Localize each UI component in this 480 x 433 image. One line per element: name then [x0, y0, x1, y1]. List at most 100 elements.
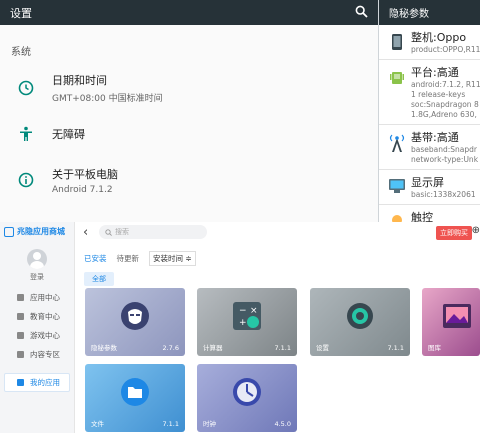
- tab-updates[interactable]: 待更新: [117, 253, 140, 264]
- param-line: basic:1338x2061: [411, 190, 476, 199]
- search-placeholder: 搜索: [115, 228, 129, 236]
- app-card[interactable]: − × + 计算器 7.1.1: [197, 288, 297, 356]
- monitor-icon: [383, 174, 411, 200]
- param-item-baseband[interactable]: 基带:高通 baseband:Snapdr network-type:Unk: [379, 125, 480, 170]
- params-window: 隐秘参数 整机:Oppo product:OPPO,R11 平台:高通 andr…: [378, 0, 480, 222]
- row-subtitle: Android 7.1.2: [52, 184, 113, 195]
- param-line: 1.8G,Adreno 630,: [411, 110, 477, 119]
- grid-icon: [17, 379, 24, 386]
- param-item-touch[interactable]: 触控: [379, 205, 480, 222]
- nav-education-center[interactable]: 教育中心: [0, 307, 74, 326]
- app-card[interactable]: 时钟 4.5.0: [197, 364, 297, 432]
- android-icon: [383, 64, 411, 120]
- clock-icon: [232, 377, 262, 411]
- grid-icon: [17, 294, 24, 301]
- app-card[interactable]: 设置 7.1.1: [310, 288, 410, 356]
- param-line: 1 release-keys: [411, 90, 466, 99]
- store-brand-name: 兆隐应用商城: [17, 227, 65, 236]
- app-card[interactable]: 文件 7.1.1: [85, 364, 185, 432]
- nav-app-center[interactable]: 应用中心: [0, 288, 74, 307]
- search-icon: [105, 228, 112, 236]
- nav-label: 我的应用: [30, 378, 60, 387]
- antenna-icon: [383, 129, 411, 165]
- param-item-device[interactable]: 整机:Oppo product:OPPO,R11: [379, 25, 480, 60]
- params-title: 隐秘参数: [379, 0, 480, 25]
- grid-icon: [17, 313, 24, 320]
- cart-icon[interactable]: ⊕: [472, 225, 480, 236]
- app-version: 4.5.0: [274, 420, 291, 428]
- login-area[interactable]: 登录: [0, 249, 74, 282]
- search-input[interactable]: 搜索: [99, 225, 207, 239]
- row-title: 关于平板电脑: [52, 167, 118, 181]
- param-title: 触控: [411, 211, 433, 222]
- phone-icon: [383, 29, 411, 55]
- back-icon[interactable]: ‹: [83, 225, 99, 240]
- nav-content-zone[interactable]: 内容专区: [0, 345, 74, 364]
- store-topbar: ‹ 搜索 立即购买 ⊕: [75, 222, 480, 242]
- param-title: 基带:高通: [411, 131, 459, 144]
- store-logo-icon: [4, 226, 14, 237]
- row-title: 无障碍: [52, 128, 85, 141]
- app-version: 7.1.1: [274, 344, 291, 352]
- settings-row-accessibility[interactable]: 无障碍: [0, 111, 378, 157]
- buy-now-button[interactable]: 立即购买: [436, 226, 472, 240]
- app-version: 2.7.6: [162, 344, 179, 352]
- app-name: 设置: [316, 344, 329, 352]
- row-title: 日期和时间: [52, 74, 107, 87]
- login-link[interactable]: 登录: [0, 272, 74, 282]
- chip-all[interactable]: 全部: [84, 272, 114, 286]
- app-card[interactable]: 隐秘参数 2.7.6: [85, 288, 185, 356]
- param-title: 平台:高通: [411, 66, 459, 79]
- settings-row-date-time[interactable]: 日期和时间 GMT+08:00 中国标准时间: [0, 65, 378, 111]
- param-title: 显示屏: [411, 176, 444, 189]
- svg-text:×: ×: [250, 306, 258, 316]
- settings-row-about-tablet[interactable]: 关于平板电脑 Android 7.1.2: [0, 157, 378, 203]
- nav-label: 内容专区: [30, 350, 60, 359]
- app-version: 7.1.1: [162, 420, 179, 428]
- param-item-platform[interactable]: 平台:高通 android:7.1.2, R11 1 release-keys …: [379, 60, 480, 125]
- gamepad-icon: [17, 332, 24, 339]
- svg-text:−: −: [239, 306, 247, 316]
- folder-icon: [120, 377, 150, 411]
- nav-label: 教育中心: [30, 312, 60, 321]
- app-name: 时钟: [203, 420, 216, 428]
- app-name: 计算器: [203, 344, 223, 352]
- app-name: 隐秘参数: [91, 344, 117, 352]
- document-icon: [17, 351, 24, 358]
- settings-title: 设置: [10, 6, 32, 20]
- store-sidebar: 兆隐应用商城 登录 应用中心 教育中心 游戏中心 内容专区 我的应用: [0, 222, 75, 433]
- touch-icon: [383, 209, 411, 222]
- param-line: product:OPPO,R11: [411, 45, 480, 54]
- svg-text:+: +: [239, 318, 247, 328]
- nav-label: 游戏中心: [30, 331, 60, 340]
- calculator-icon: − × +: [231, 300, 263, 336]
- app-version: 7.1.1: [387, 344, 404, 352]
- param-title: 整机:Oppo: [411, 31, 467, 44]
- nav-game-center[interactable]: 游戏中心: [0, 326, 74, 345]
- accessibility-icon: [0, 126, 52, 142]
- avatar[interactable]: [27, 249, 47, 269]
- gallery-icon: [442, 303, 472, 333]
- nav-my-apps[interactable]: 我的应用: [4, 373, 70, 392]
- app-name: 文件: [91, 420, 104, 428]
- row-subtitle: GMT+08:00 中国标准时间: [52, 94, 163, 104]
- store-main: ‹ 搜索 立即购买 ⊕ 已安装 待更新 安装时间 ≑ 全部 隐秘参数 2.7.6…: [75, 222, 480, 433]
- mask-icon: [120, 301, 150, 335]
- search-icon[interactable]: [355, 5, 368, 21]
- section-title: 系统: [11, 47, 31, 58]
- store-brand: 兆隐应用商城: [0, 222, 74, 241]
- param-line: soc:Snapdragon 8: [411, 100, 479, 109]
- param-line: network-type:Unk: [411, 155, 479, 164]
- gear-icon: [346, 302, 374, 334]
- settings-window: 设置 系统 日期和时间 GMT+08:00 中国标准时间 无障碍 关于平板电脑 …: [0, 0, 378, 222]
- clock-icon: [0, 80, 52, 96]
- filter-tabs: 已安装 待更新 安装时间 ≑: [75, 251, 480, 266]
- app-card[interactable]: 图库: [422, 288, 480, 356]
- settings-appbar: 设置: [0, 0, 378, 25]
- info-icon: [0, 172, 52, 188]
- param-line: baseband:Snapdr: [411, 145, 477, 154]
- param-item-display[interactable]: 显示屏 basic:1338x2061: [379, 170, 480, 205]
- app-name: 图库: [428, 344, 441, 352]
- sort-select[interactable]: 安装时间 ≑: [149, 251, 196, 266]
- tab-installed[interactable]: 已安装: [84, 253, 107, 264]
